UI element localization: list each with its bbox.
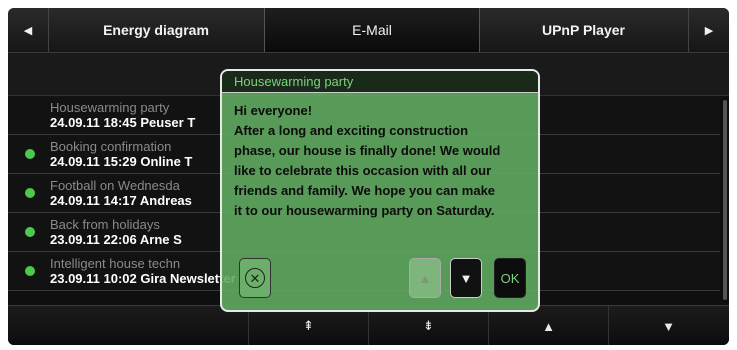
- double-chevron-down-icon: ⇟: [423, 318, 434, 333]
- popup-title: Housewarming party: [222, 71, 538, 93]
- triangle-down-icon: ▼: [662, 318, 675, 334]
- tab-upnp-player[interactable]: UPnP Player: [478, 8, 689, 52]
- popup-body-line: Hi everyone!: [234, 103, 313, 118]
- scroll-down-button[interactable]: ▼: [608, 306, 728, 345]
- popup-body-line: like to celebrate this occasion with all…: [234, 163, 492, 178]
- unread-dot-icon: [25, 188, 35, 198]
- tab-bar: ◀ Energy diagram E-Mail UPnP Player ▶: [8, 8, 729, 53]
- message-meta: 24.09.11 15:29 Online T: [50, 154, 193, 169]
- screen: ◀ Energy diagram E-Mail UPnP Player ▶ Ho…: [8, 8, 729, 345]
- close-circle-icon: ✕: [245, 268, 265, 288]
- tab-scroll-left-icon[interactable]: ◀: [8, 8, 49, 52]
- tab-scroll-right-icon[interactable]: ▶: [688, 8, 729, 52]
- toolbar-blank-slot: [8, 306, 127, 345]
- tab-email[interactable]: E-Mail: [264, 8, 480, 52]
- popup-body: Hi everyone! After a long and exciting c…: [234, 101, 530, 221]
- popup-body-line: After a long and exciting construction: [234, 123, 469, 138]
- unread-dot-icon: [25, 227, 35, 237]
- tab-energy-diagram[interactable]: Energy diagram: [48, 8, 264, 52]
- popup-close-button[interactable]: ✕: [239, 258, 271, 298]
- unread-dot-icon: [25, 266, 35, 276]
- message-meta: 24.09.11 14:17 Andreas: [50, 193, 192, 208]
- popup-scroll-up-button[interactable]: ▲: [409, 258, 441, 298]
- popup-ok-button[interactable]: OK: [494, 258, 526, 298]
- popup-scroll-down-button[interactable]: ▼: [450, 258, 482, 298]
- list-scrollbar[interactable]: [723, 100, 727, 300]
- popup-body-line: phase, our house is finally done! We wou…: [234, 143, 501, 158]
- triangle-up-icon: ▲: [542, 318, 555, 334]
- message-subject: Back from holidays: [50, 217, 160, 232]
- popup-body-line: it to our housewarming party on Saturday…: [234, 203, 495, 218]
- double-chevron-up-icon: ⇞: [303, 318, 314, 333]
- popup-body-line: friends and family. We hope you can make: [234, 183, 496, 198]
- message-subject: Football on Wednesda: [50, 178, 180, 193]
- message-subject: Booking confirmation: [50, 139, 172, 154]
- message-popup: Housewarming party Hi everyone! After a …: [220, 69, 540, 312]
- message-meta: 23.09.11 10:02 Gira Newsletter: [50, 271, 236, 286]
- message-meta: 23.09.11 22:06 Arne S: [50, 232, 182, 247]
- triangle-up-icon: ▲: [418, 270, 432, 286]
- message-subject: Intelligent house techn: [50, 256, 181, 271]
- unread-dot-icon: [25, 149, 35, 159]
- message-subject: Housewarming party: [50, 100, 170, 115]
- message-meta: 24.09.11 18:45 Peuser T: [50, 115, 196, 130]
- triangle-down-icon: ▼: [459, 270, 473, 286]
